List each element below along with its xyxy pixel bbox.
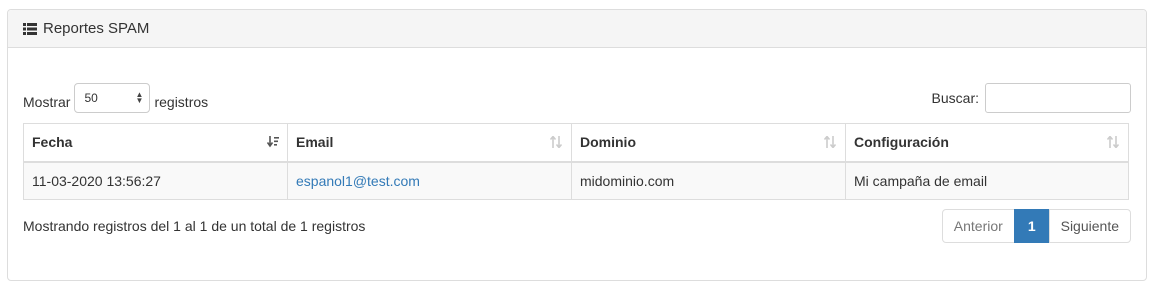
cell-email: espanol1@test.com (287, 161, 572, 200)
length-select[interactable]: 50 ▲ ▼ (74, 83, 151, 113)
column-header-fecha[interactable]: Fecha (23, 123, 288, 163)
table-info: Mostrando registros del 1 al 1 de un tot… (23, 218, 366, 234)
sort-both-icon (549, 135, 563, 151)
column-header-label: Email (296, 134, 334, 151)
sort-desc-icon (266, 136, 279, 151)
list-icon (23, 22, 37, 35)
table-header-row: Fecha Email Dominio Configuración (23, 123, 1129, 163)
table-controls: Mostrar 50 ▲ ▼ registros Buscar: (23, 83, 1131, 113)
current-page-button[interactable]: 1 (1013, 209, 1050, 243)
cell-fecha: 11-03-2020 13:56:27 (23, 161, 288, 200)
sort-both-icon (823, 135, 837, 151)
column-header-label: Dominio (580, 134, 636, 151)
column-header-label: Fecha (32, 134, 73, 151)
search-input[interactable] (985, 83, 1131, 113)
panel-title-text: Reportes SPAM (43, 20, 150, 37)
length-suffix: registros (154, 93, 209, 110)
column-header-label: Configuración (854, 134, 949, 151)
panel-title: Reportes SPAM (23, 20, 149, 37)
next-page-button[interactable]: Siguiente (1048, 209, 1131, 243)
length-prefix: Mostrar (23, 93, 71, 110)
column-header-configuracion[interactable]: Configuración (845, 123, 1129, 163)
previous-page-button[interactable]: Anterior (941, 209, 1015, 243)
cell-configuracion: Mi campaña de email (845, 161, 1129, 200)
length-control: Mostrar 50 ▲ ▼ registros (23, 83, 209, 113)
panel-heading: Reportes SPAM (8, 10, 1146, 48)
select-arrows-icon: ▲ ▼ (135, 90, 144, 105)
length-select-value: 50 (84, 91, 98, 105)
sort-both-icon (1106, 135, 1120, 151)
column-header-dominio[interactable]: Dominio (571, 123, 846, 163)
search-label: Buscar: (931, 90, 979, 106)
spam-table: Fecha Email Dominio Configuración 11-03-… (23, 123, 1129, 200)
table-row: 11-03-2020 13:56:27 espanol1@test.com mi… (23, 161, 1129, 200)
email-link[interactable]: espanol1@test.com (296, 173, 420, 189)
cell-dominio: midominio.com (571, 161, 846, 200)
pagination: Anterior 1 Siguiente (941, 209, 1131, 243)
column-header-email[interactable]: Email (287, 123, 572, 163)
search-control: Buscar: (932, 83, 1131, 113)
